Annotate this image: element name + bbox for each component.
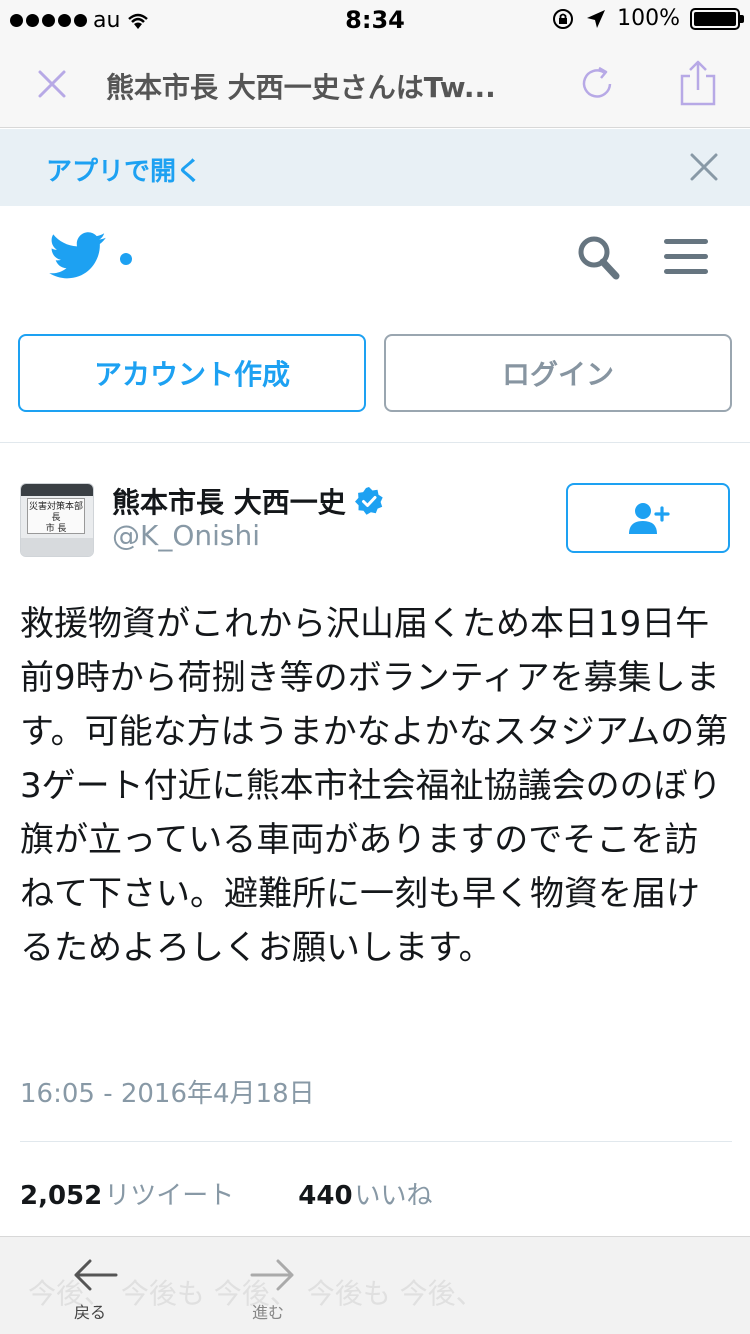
tweet-timestamp[interactable]: 16:05 - 2016年4月18日 <box>20 1073 315 1110</box>
background-ghost-text: 今後、 今後も 今後、 今後も 今後、 <box>28 1277 484 1310</box>
display-name-text: 熊本市長 大西一史 <box>112 486 346 519</box>
bottom-toolbar: 今後、 今後も 今後、 今後も 今後、 戻る 進む <box>0 1236 750 1334</box>
browser-title: 熊本市長 大西一史さんはTw... <box>106 71 496 104</box>
status-bar: au 8:34 100% <box>0 0 750 40</box>
battery-icon <box>690 7 744 30</box>
search-icon[interactable] <box>574 232 622 282</box>
verified-badge-icon <box>354 487 383 515</box>
status-right: 100% <box>551 6 744 31</box>
add-user-icon <box>629 503 670 534</box>
orientation-lock-icon <box>553 8 574 29</box>
display-name[interactable]: 熊本市長 大西一史 <box>112 481 384 521</box>
like-count[interactable]: 440 <box>298 1181 352 1211</box>
user-handle[interactable]: @K_Onishi <box>112 519 260 552</box>
avatar[interactable]: 災害対策本部長 市 長 <box>20 483 94 557</box>
browser-bar: 熊本市長 大西一史さんはTw... <box>0 40 750 128</box>
close-icon[interactable] <box>684 147 724 187</box>
back-arrow-icon[interactable] <box>70 1255 120 1295</box>
location-arrow-icon <box>587 9 606 28</box>
tweet-card: 災害対策本部長 市 長 熊本市長 大西一史 @K_Onishi 救援物資がこれか… <box>0 442 750 1242</box>
battery-fill <box>694 11 736 26</box>
forward-label[interactable]: 進む <box>252 1299 284 1323</box>
notification-dot <box>120 253 132 265</box>
open-in-app-link[interactable]: アプリで開く <box>46 151 202 188</box>
battery-percent: 100% <box>617 6 680 31</box>
tweet-stats: 2,052 リツイート 440 いいね <box>20 1175 433 1212</box>
twitter-bird-icon[interactable] <box>48 232 108 280</box>
login-button[interactable]: ログイン <box>384 334 732 412</box>
forward-arrow-icon[interactable] <box>248 1255 298 1295</box>
app-banner: アプリで開く <box>0 129 750 206</box>
reload-icon[interactable] <box>578 62 618 106</box>
close-icon[interactable] <box>32 64 72 104</box>
tweet-text: 救援物資がこれから沢山届くため本日19日午前9時から荷捌き等のボランティアを募集… <box>20 604 729 968</box>
signup-button[interactable]: アカウント作成 <box>18 334 366 412</box>
retweet-count[interactable]: 2,052 <box>20 1181 102 1211</box>
retweet-label: リツイート <box>104 1181 235 1211</box>
avatar-sign: 災害対策本部長 市 長 <box>27 498 85 534</box>
divider <box>20 1141 732 1142</box>
follow-button[interactable] <box>566 483 730 553</box>
back-label[interactable]: 戻る <box>74 1299 106 1323</box>
share-icon[interactable] <box>676 58 720 108</box>
twitter-header <box>0 206 750 316</box>
like-label: いいね <box>354 1181 433 1211</box>
menu-icon[interactable] <box>662 236 710 278</box>
